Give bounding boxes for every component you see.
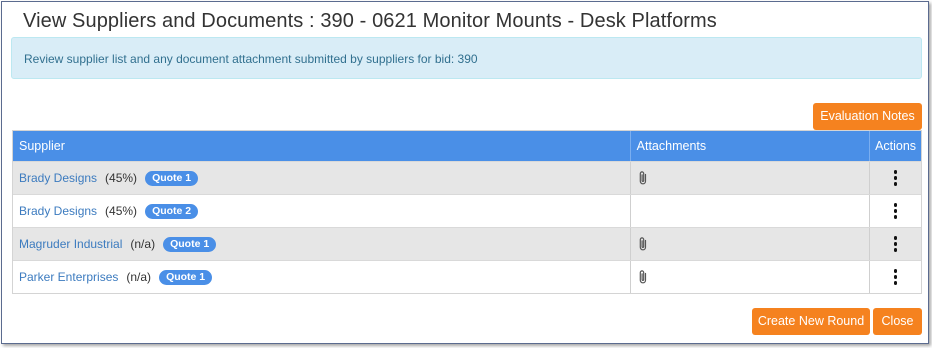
supplier-link[interactable]: Parker Enterprises [19,270,118,284]
vertical-ellipsis-icon[interactable] [889,269,903,285]
close-button[interactable]: Close [873,308,922,335]
info-alert: Review supplier list and any document at… [11,37,922,79]
table-row: Brady Designs (45%) Quote 2 [13,194,921,227]
actions-cell [869,195,921,227]
supplier-score: (45%) [105,171,138,185]
table-row: Brady Designs (45%) Quote 1 [13,161,921,194]
evaluation-notes-button[interactable]: Evaluation Notes [813,103,922,130]
table-row: Magruder Industrial (n/a) Quote 1 [13,227,921,260]
attachments-cell [629,162,869,194]
paperclip-icon[interactable] [637,269,649,285]
actions-cell [869,261,921,293]
header-supplier[interactable]: Supplier [13,131,630,161]
table-header: Supplier Attachments Actions [13,131,921,161]
attachments-cell [629,228,869,260]
supplier-score: (45%) [105,204,138,218]
header-attachments[interactable]: Attachments [629,131,869,161]
actions-cell [869,162,921,194]
paperclip-icon[interactable] [637,236,649,252]
table-row: Parker Enterprises (n/a) Quote 1 [13,260,921,293]
supplier-link[interactable]: Brady Designs [19,171,97,185]
quote-badge: Quote 2 [145,203,199,219]
supplier-link[interactable]: Brady Designs [19,204,97,218]
attachments-cell [629,261,869,293]
suppliers-table: Supplier Attachments Actions Brady Desig… [12,130,922,294]
vertical-ellipsis-icon[interactable] [889,170,903,186]
create-new-round-button[interactable]: Create New Round [752,308,870,335]
quote-badge: Quote 1 [145,170,199,186]
supplier-cell: Parker Enterprises (n/a) Quote 1 [13,261,630,293]
supplier-score: (n/a) [130,237,156,251]
supplier-cell: Brady Designs (45%) Quote 2 [13,195,630,227]
vertical-ellipsis-icon[interactable] [889,236,903,252]
header-actions: Actions [869,131,921,161]
supplier-cell: Magruder Industrial (n/a) Quote 1 [13,228,630,260]
modal-title: View Suppliers and Documents : 390 - 062… [23,10,717,32]
quote-badge: Quote 1 [163,236,217,252]
suppliers-documents-modal: View Suppliers and Documents : 390 - 062… [1,1,929,344]
supplier-score: (n/a) [126,270,152,284]
quote-badge: Quote 1 [159,269,213,285]
vertical-ellipsis-icon[interactable] [889,203,903,219]
paperclip-icon[interactable] [637,170,649,186]
info-alert-text: Review supplier list and any document at… [24,52,478,66]
actions-cell [869,228,921,260]
supplier-link[interactable]: Magruder Industrial [19,237,122,251]
supplier-cell: Brady Designs (45%) Quote 1 [13,162,630,194]
attachments-cell [629,195,869,227]
